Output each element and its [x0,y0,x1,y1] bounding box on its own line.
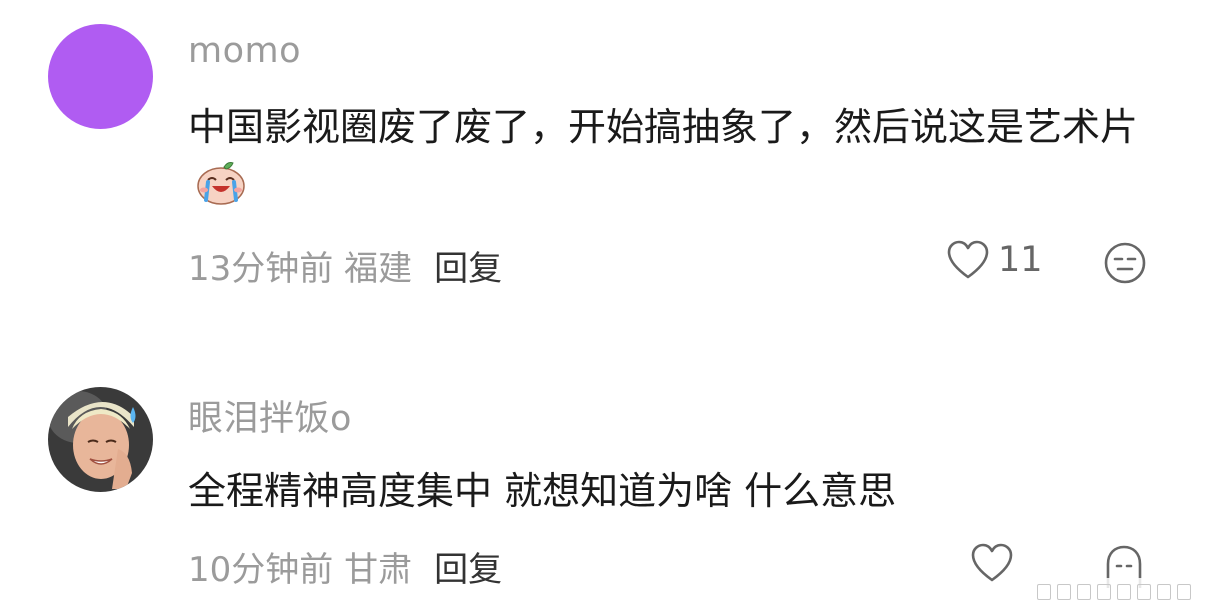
comment-location: 福建 [344,249,413,289]
comment-meta: 13分钟前 福建 回复 [188,241,502,290]
reply-button[interactable]: 回复 [434,550,502,590]
username[interactable]: 眼泪拌饭o [188,390,352,441]
comment-text: 全程精神高度集中 就想知道为啥 什么意思 [188,469,897,513]
heart-icon [971,543,1013,582]
comment-meta: 10分钟前 甘肃 回复 [188,542,502,591]
avatar[interactable] [48,387,153,492]
reply-button[interactable]: 回复 [434,249,502,289]
like-button[interactable] [970,543,1014,583]
heart-icon [947,240,989,279]
username[interactable]: momo [188,31,301,71]
profile-photo-avatar [48,387,153,492]
comment-time: 13分钟前 [188,249,334,289]
watermark [997,578,1207,604]
crying-laughing-sticker-icon [197,162,245,205]
comment-item: 眼泪拌饭o 全程精神高度集中 就想知道为啥 什么意思 10分钟前 甘肃 回复 [0,365,1215,612]
like-count: 11 [998,240,1043,280]
comment-item: momo 中国影视圈废了废了，开始搞抽象了，然后说这是艺术片 13分钟前 福建回… [0,0,1215,330]
comment-text-content: 中国影视圈废了废了，开始搞抽象了，然后说这是艺术片 [188,105,1139,149]
avatar[interactable] [48,24,153,129]
comment-text: 中国影视圈废了废了，开始搞抽象了，然后说这是艺术片 [188,98,1178,214]
like-button[interactable]: 11 [946,240,1043,280]
comment-time: 10分钟前 [188,550,334,590]
expressionless-face-icon[interactable] [1103,241,1147,285]
comment-location: 甘肃 [344,550,413,590]
